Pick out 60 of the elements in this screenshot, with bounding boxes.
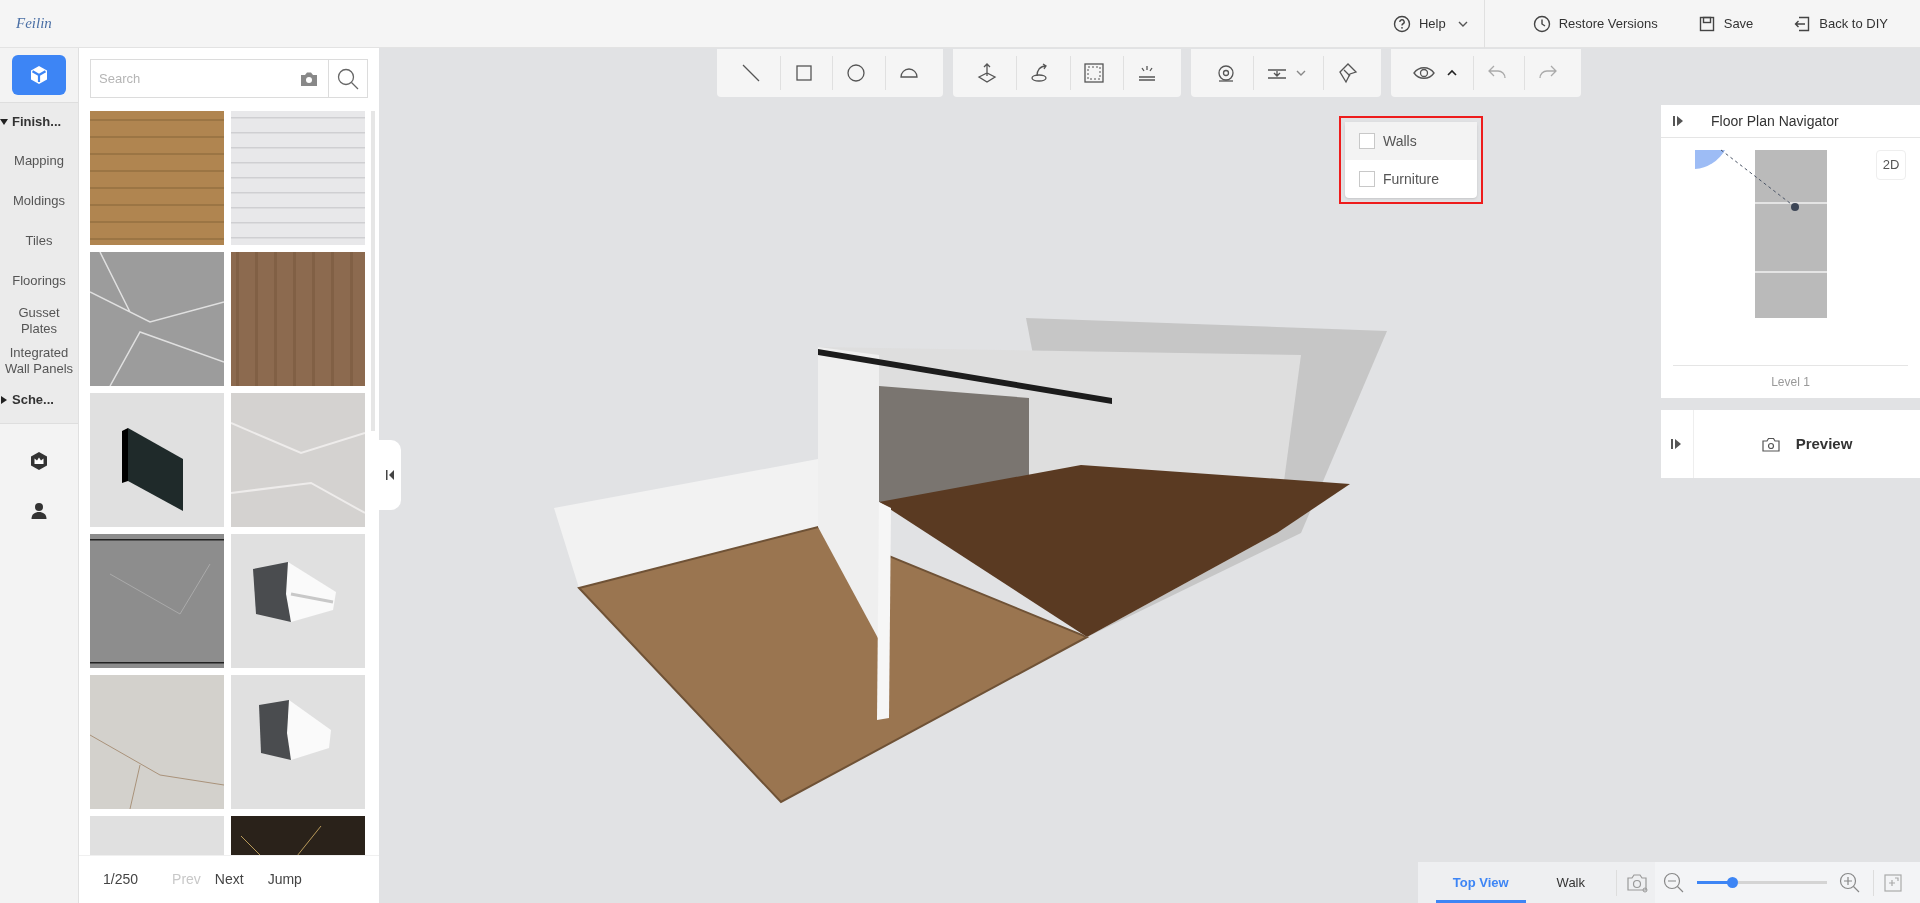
category-item[interactable]: Floorings	[0, 261, 78, 301]
save-button[interactable]: Save	[1681, 0, 1770, 48]
cube-icon	[28, 64, 50, 86]
category-item[interactable]: Integrated Wall Panels	[0, 341, 78, 381]
menu-item-label: Walls	[1383, 131, 1417, 151]
slider-thumb[interactable]	[1727, 877, 1739, 888]
back-button[interactable]: Back to DIY	[1777, 0, 1904, 48]
clock-icon	[1532, 14, 1551, 33]
triangle-right-icon	[0, 396, 8, 404]
category-item[interactable]: Mapping	[0, 141, 78, 181]
camera-icon	[1761, 436, 1780, 452]
circle-icon	[845, 62, 868, 84]
checkbox[interactable]	[1359, 171, 1375, 187]
materials-tab[interactable]	[12, 55, 66, 95]
snapshot-settings-button[interactable]	[1616, 869, 1649, 896]
expand-right-icon	[1671, 438, 1683, 450]
category-toggle[interactable]: Sche...	[0, 381, 78, 419]
chevron-down-icon	[1296, 69, 1306, 77]
level-label: Level 1	[1673, 365, 1908, 398]
menu-item[interactable]: Furniture	[1345, 160, 1477, 198]
zoom-in-button[interactable]	[1839, 871, 1861, 894]
page-counter: 1/250	[103, 870, 139, 889]
restore-button[interactable]: Restore Versions	[1516, 0, 1674, 48]
zoom-out-icon	[1663, 871, 1685, 894]
camera-gear-icon	[1627, 872, 1649, 893]
search-bar[interactable]: Search	[90, 59, 368, 98]
preview-button[interactable]: Preview	[1694, 432, 1920, 456]
panel-title: Floor Plan Navigator	[1711, 111, 1839, 131]
expand-panel-button[interactable]	[1673, 115, 1685, 127]
help-icon	[1392, 14, 1411, 33]
category-item[interactable]: Tiles	[0, 221, 78, 261]
triangle-down-icon	[0, 118, 8, 126]
dashed-frame-icon	[1082, 62, 1105, 84]
save-icon	[1697, 14, 1716, 33]
collapse-left-icon	[386, 470, 394, 480]
menu-item-label: Furniture	[1383, 169, 1440, 189]
zoom-out-button[interactable]	[1663, 871, 1685, 894]
expand-right-icon	[1673, 115, 1685, 127]
crown-hexagon-icon	[29, 451, 49, 471]
exit-icon	[1793, 14, 1812, 33]
view-mode-toggle[interactable]: 2D	[1876, 150, 1906, 180]
zoom-in-icon	[1839, 871, 1861, 894]
category-item[interactable]: Moldings	[0, 181, 78, 221]
person-icon	[30, 502, 48, 520]
search-icon	[337, 67, 359, 90]
category-toggle[interactable]: Finish...	[0, 103, 78, 141]
chevron-up-icon	[1447, 69, 1457, 77]
panel-collapse-handle[interactable]	[379, 440, 401, 510]
camera-icon	[300, 70, 318, 87]
jump-link[interactable]: Jump	[267, 869, 302, 890]
checkbox[interactable]	[1359, 133, 1375, 149]
logo: Feilin	[16, 14, 52, 34]
next-link[interactable]: Next	[214, 869, 244, 890]
chevron-down-icon	[1457, 19, 1468, 28]
menu-item[interactable]: Walls	[1345, 122, 1477, 160]
category-item[interactable]: Gusset Plates	[0, 301, 78, 341]
fit-view-icon	[1884, 873, 1902, 892]
search-field[interactable]: Search	[91, 60, 300, 97]
help-button[interactable]: Help	[1376, 0, 1485, 48]
view-tab[interactable]: Walk	[1539, 862, 1602, 903]
